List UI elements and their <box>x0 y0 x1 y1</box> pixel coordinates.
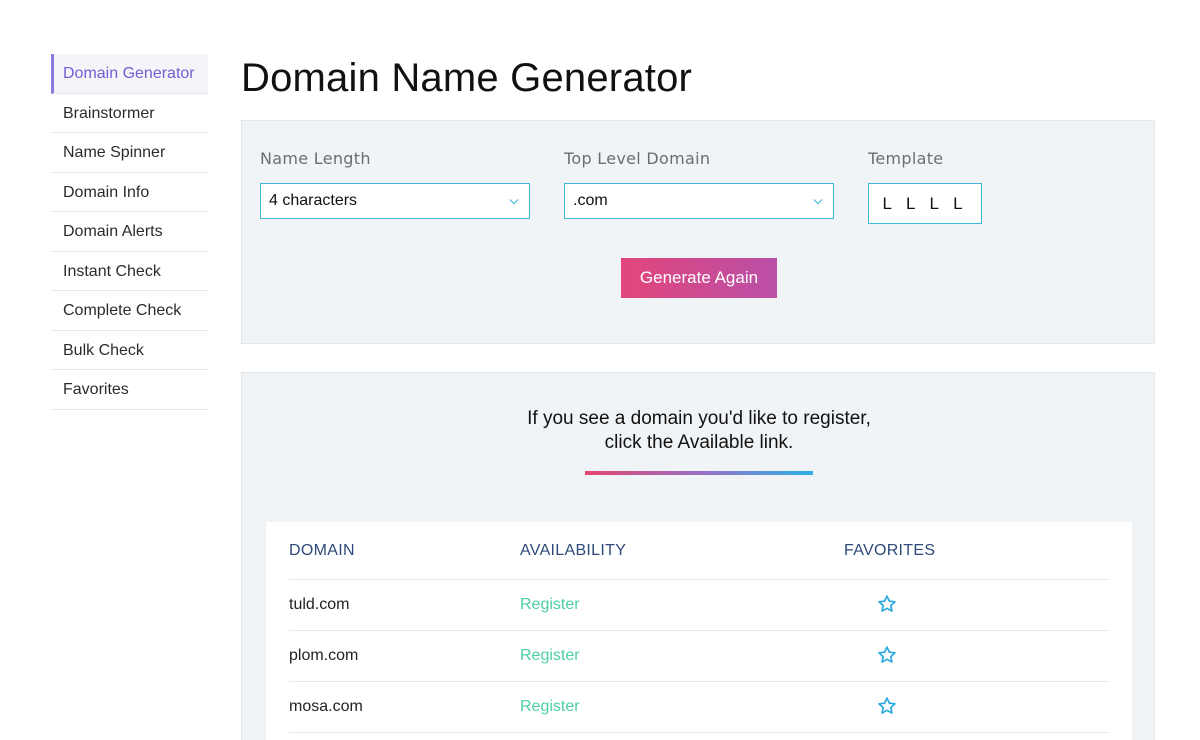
table-row: plom.com Register <box>289 630 1109 681</box>
chevron-down-icon <box>813 199 823 205</box>
instruction-line-2: click the Available link. <box>604 432 794 453</box>
template-label: Template <box>868 149 944 168</box>
star-outline-icon[interactable] <box>877 645 897 665</box>
domain-name: plom.com <box>289 647 359 664</box>
template-field[interactable]: L L L L <box>868 183 982 224</box>
generate-again-button[interactable]: Generate Again <box>621 258 777 298</box>
sidebar-nav: Domain Generator Brainstormer Name Spinn… <box>51 54 208 410</box>
sidebar-item-favorites[interactable]: Favorites <box>51 370 208 410</box>
name-length-label: Name Length <box>260 149 371 168</box>
tld-select[interactable]: .com <box>564 183 834 219</box>
sidebar-item-bulk-check[interactable]: Bulk Check <box>51 331 208 370</box>
tld-label: Top Level Domain <box>564 149 711 168</box>
generator-controls-panel: Name Length 4 characters Top Level Domai… <box>241 120 1155 344</box>
star-outline-icon[interactable] <box>877 594 897 614</box>
domain-name: tuld.com <box>289 596 350 613</box>
chevron-down-icon <box>509 199 519 205</box>
column-header-favorites: FAVORITES <box>844 542 936 559</box>
domain-name: mosa.com <box>289 698 363 715</box>
table-row: tuld.com Register <box>289 579 1109 630</box>
sidebar-item-name-spinner[interactable]: Name Spinner <box>51 133 208 173</box>
page-title: Domain Name Generator <box>241 56 693 100</box>
results-panel: If you see a domain you'd like to regist… <box>241 372 1155 740</box>
table-row: mosa.com Register <box>289 681 1109 732</box>
star-outline-icon[interactable] <box>877 696 897 716</box>
sidebar-item-domain-info[interactable]: Domain Info <box>51 173 208 212</box>
sidebar-item-brainstormer[interactable]: Brainstormer <box>51 94 208 133</box>
results-instructions: If you see a domain you'd like to regist… <box>242 407 1156 455</box>
name-length-select[interactable]: 4 characters <box>260 183 530 219</box>
sidebar-item-domain-alerts[interactable]: Domain Alerts <box>51 212 208 252</box>
register-link[interactable]: Register <box>520 698 580 716</box>
results-table: DOMAIN AVAILABILITY FAVORITES tuld.com R… <box>266 522 1132 740</box>
sidebar-item-complete-check[interactable]: Complete Check <box>51 291 208 331</box>
register-link[interactable]: Register <box>520 647 580 665</box>
register-link[interactable]: Register <box>520 596 580 614</box>
sidebar-item-domain-generator[interactable]: Domain Generator <box>51 54 208 94</box>
gradient-divider <box>585 471 813 475</box>
column-header-availability: AVAILABILITY <box>520 542 627 559</box>
instruction-line-1: If you see a domain you'd like to regist… <box>527 408 871 429</box>
sidebar-item-instant-check[interactable]: Instant Check <box>51 252 208 291</box>
column-header-domain: DOMAIN <box>289 542 355 559</box>
name-length-value: 4 characters <box>269 192 358 209</box>
table-row-divider <box>289 732 1109 733</box>
tld-value: .com <box>573 192 608 209</box>
